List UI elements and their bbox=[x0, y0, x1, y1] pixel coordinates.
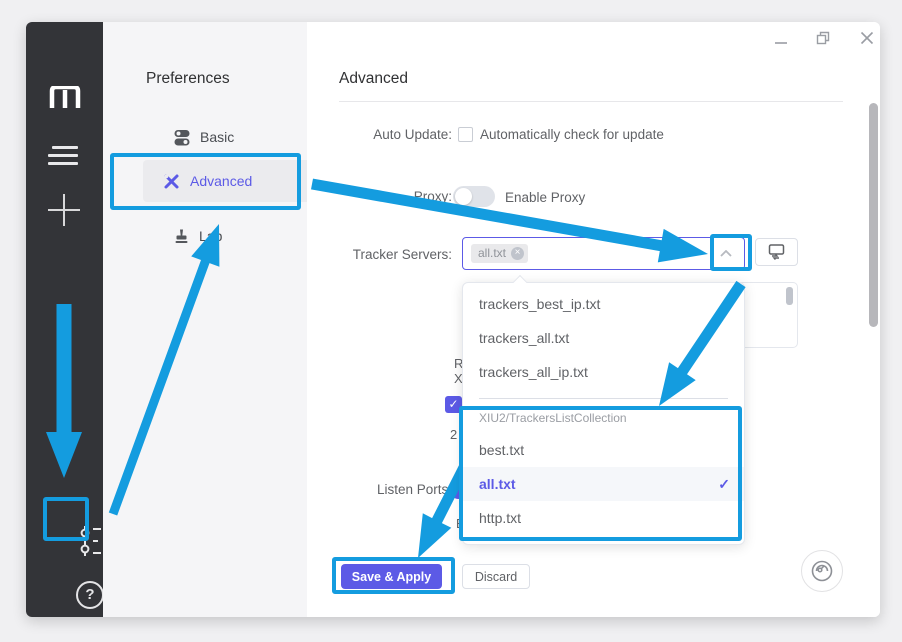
sidebar-item-advanced[interactable]: Advanced bbox=[143, 160, 252, 202]
tag-label: all.txt bbox=[478, 244, 506, 263]
add-task-icon[interactable] bbox=[26, 194, 103, 226]
tools-icon bbox=[163, 173, 180, 190]
toggle-knob bbox=[455, 188, 472, 205]
dropdown-item[interactable]: http.txt bbox=[463, 501, 744, 535]
occluded-checked-checkbox[interactable]: ✓ bbox=[445, 396, 462, 413]
minimize-button[interactable] bbox=[774, 36, 788, 50]
dropdown-item[interactable]: trackers_best_ip.txt bbox=[463, 287, 744, 321]
sidebar-item-basic[interactable]: Basic bbox=[143, 116, 234, 158]
selected-tracker-tag: all.txt × bbox=[471, 244, 528, 263]
dropdown-item-label: all.txt bbox=[479, 476, 516, 492]
discard-button[interactable]: Discard bbox=[462, 564, 530, 589]
proxy-toggle-label: Enable Proxy bbox=[505, 190, 585, 205]
screenshot-stage: ? Preferences Basic bbox=[0, 0, 902, 642]
close-button[interactable] bbox=[860, 31, 874, 45]
tracker-servers-select[interactable]: all.txt × bbox=[462, 237, 745, 270]
proxy-toggle[interactable] bbox=[453, 186, 495, 207]
sidebar: ? bbox=[26, 22, 103, 617]
dropdown-item-selected[interactable]: all.txt ✓ bbox=[463, 467, 744, 501]
check-icon: ✓ bbox=[718, 467, 730, 501]
proxy-label: Proxy: bbox=[312, 189, 452, 204]
dropdown-item[interactable]: best.txt bbox=[463, 433, 744, 467]
sidebar-item-label: Advanced bbox=[190, 173, 252, 189]
auto-update-checkbox-label[interactable]: Automatically check for update bbox=[480, 127, 664, 142]
speed-limit-button[interactable] bbox=[801, 550, 843, 592]
tracker-dropdown: trackers_best_ip.txt trackers_all.txt tr… bbox=[462, 282, 745, 545]
tracker-servers-label: Tracker Servers: bbox=[312, 247, 452, 262]
tag-remove-icon[interactable]: × bbox=[511, 247, 524, 260]
toggles-icon bbox=[174, 129, 190, 146]
page-title: Advanced bbox=[339, 70, 408, 88]
dropdown-item[interactable]: trackers_all.txt bbox=[463, 321, 744, 355]
listen-ports-label: Listen Ports: bbox=[312, 482, 452, 497]
dropdown-group-header: XIU2/TrackersListCollection bbox=[463, 407, 744, 433]
speedometer-icon bbox=[810, 559, 834, 583]
help-icon[interactable]: ? bbox=[76, 581, 104, 609]
chevron-up-icon[interactable] bbox=[720, 250, 732, 257]
app-window: ? Preferences Basic bbox=[26, 22, 880, 617]
device-sync-icon bbox=[767, 244, 786, 261]
sidebar-item-label: Lab bbox=[199, 228, 222, 244]
dropdown-item[interactable]: trackers_all_ip.txt bbox=[463, 355, 744, 389]
dropdown-divider bbox=[463, 389, 744, 407]
vertical-scrollbar[interactable] bbox=[869, 103, 878, 327]
preferences-icon[interactable] bbox=[74, 524, 106, 558]
save-apply-button[interactable]: Save & Apply bbox=[341, 564, 442, 589]
preferences-panel: Preferences Basic Advanced bbox=[103, 22, 307, 617]
sync-trackers-button[interactable] bbox=[755, 238, 798, 266]
stamp-icon bbox=[174, 228, 189, 244]
auto-update-checkbox[interactable] bbox=[458, 127, 473, 142]
title-separator bbox=[339, 101, 843, 102]
auto-update-label: Auto Update: bbox=[312, 127, 452, 142]
motrix-logo-icon bbox=[26, 86, 103, 113]
occluded-text-fragment: 2 bbox=[450, 427, 457, 442]
restore-button[interactable] bbox=[816, 31, 830, 45]
sidebar-item-label: Basic bbox=[200, 129, 234, 145]
sidebar-item-lab[interactable]: Lab bbox=[143, 215, 222, 257]
preferences-title: Preferences bbox=[146, 70, 230, 88]
textarea-scrollbar[interactable] bbox=[786, 287, 793, 305]
